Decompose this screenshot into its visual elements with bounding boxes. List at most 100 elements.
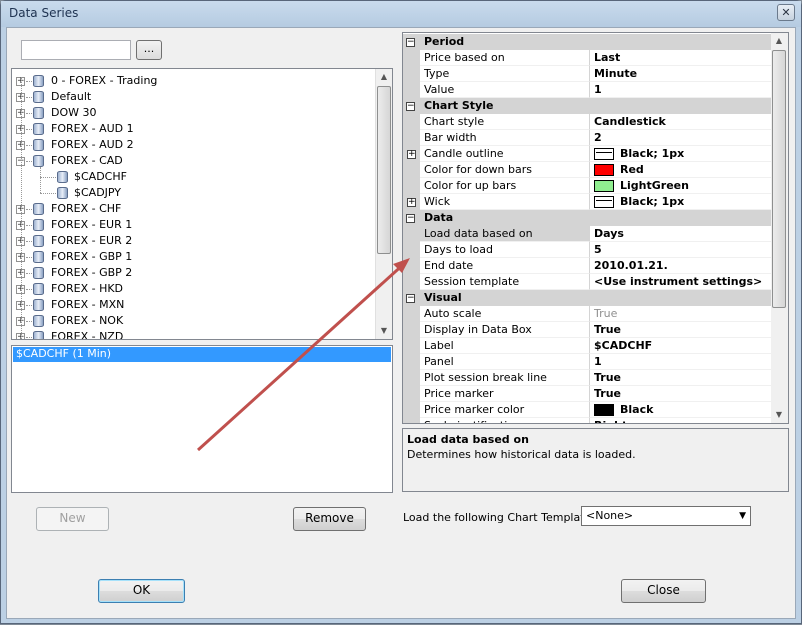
tree-item[interactable]: +0 - FOREX - Trading bbox=[12, 73, 376, 89]
property-row[interactable]: + Wick Black; 1px bbox=[403, 194, 773, 210]
property-name[interactable]: Type bbox=[420, 66, 590, 82]
tree-item[interactable]: + FOREX - CHF bbox=[12, 201, 376, 217]
property-name[interactable]: Wick bbox=[420, 194, 590, 210]
property-row[interactable]: Price based on Last bbox=[403, 50, 773, 66]
scroll-thumb[interactable] bbox=[377, 86, 391, 254]
property-name[interactable]: Price marker bbox=[420, 386, 590, 402]
property-row[interactable]: + Candle outline Black; 1px bbox=[403, 146, 773, 162]
property-name[interactable]: Display in Data Box bbox=[420, 322, 590, 338]
chart-template-select[interactable]: <None> ▼ bbox=[581, 506, 751, 526]
property-row[interactable]: Color for up bars LightGreen bbox=[403, 178, 773, 194]
property-category[interactable]: − Visual bbox=[403, 290, 773, 306]
collapse-icon[interactable]: − bbox=[406, 102, 415, 111]
property-value[interactable]: Red bbox=[590, 162, 773, 178]
tree-item[interactable]: + Default bbox=[12, 89, 376, 105]
property-value[interactable]: 1 bbox=[590, 82, 773, 98]
property-value[interactable]: 2010.01.21. bbox=[590, 258, 773, 274]
tree-item[interactable]: + FOREX - AUD 1 bbox=[12, 121, 376, 137]
tree-item[interactable]: + FOREX - NOK bbox=[12, 313, 376, 329]
title-bar[interactable]: Data Series ✕ bbox=[1, 1, 801, 27]
property-category[interactable]: − Data bbox=[403, 210, 773, 226]
scroll-up-icon[interactable]: ▲ bbox=[376, 69, 392, 85]
property-category[interactable]: − Chart Style bbox=[403, 98, 773, 114]
property-row[interactable]: Bar width 2 bbox=[403, 130, 773, 146]
collapse-icon[interactable]: − bbox=[406, 214, 415, 223]
property-value[interactable]: <Use instrument settings> bbox=[590, 274, 773, 290]
tree-item[interactable]: + FOREX - MXN bbox=[12, 297, 376, 313]
property-value[interactable]: 2 bbox=[590, 130, 773, 146]
close-button[interactable]: Close bbox=[621, 579, 706, 603]
close-window-icon[interactable]: ✕ bbox=[777, 4, 795, 21]
property-value[interactable]: True bbox=[590, 370, 773, 386]
tree-item[interactable]: − FOREX - CAD bbox=[12, 153, 376, 169]
property-value[interactable]: Right bbox=[590, 418, 773, 423]
property-value[interactable]: True bbox=[590, 386, 773, 402]
series-list-item[interactable]: $CADCHF (1 Min) bbox=[13, 347, 391, 362]
property-value[interactable]: Black bbox=[590, 402, 773, 418]
property-name[interactable]: Auto scale bbox=[420, 306, 590, 322]
property-value[interactable]: True bbox=[590, 322, 773, 338]
new-button[interactable]: New bbox=[36, 507, 109, 531]
tree-scrollbar[interactable]: ▲ ▼ bbox=[375, 69, 392, 339]
property-name[interactable]: Color for down bars bbox=[420, 162, 590, 178]
property-value[interactable]: Black; 1px bbox=[590, 146, 773, 162]
property-row[interactable]: Plot session break line True bbox=[403, 370, 773, 386]
property-row[interactable]: End date 2010.01.21. bbox=[403, 258, 773, 274]
property-name[interactable]: End date bbox=[420, 258, 590, 274]
property-name[interactable]: Session template bbox=[420, 274, 590, 290]
property-row[interactable]: Value 1 bbox=[403, 82, 773, 98]
property-name[interactable]: Candle outline bbox=[420, 146, 590, 162]
property-row[interactable]: Type Minute bbox=[403, 66, 773, 82]
expand-icon[interactable]: + bbox=[407, 198, 416, 207]
property-row[interactable]: Days to load 5 bbox=[403, 242, 773, 258]
property-name[interactable]: Days to load bbox=[420, 242, 590, 258]
property-value[interactable]: $CADCHF bbox=[590, 338, 773, 354]
collapse-icon[interactable]: − bbox=[406, 294, 415, 303]
property-value[interactable]: 1 bbox=[590, 354, 773, 370]
property-row[interactable]: Panel 1 bbox=[403, 354, 773, 370]
browse-button[interactable]: ... bbox=[136, 40, 162, 60]
instrument-search-input[interactable] bbox=[21, 40, 131, 60]
remove-button[interactable]: Remove bbox=[293, 507, 366, 531]
chevron-down-icon[interactable]: ▼ bbox=[739, 507, 746, 525]
tree-item[interactable]: + FOREX - EUR 1 bbox=[12, 217, 376, 233]
collapse-icon[interactable]: − bbox=[406, 38, 415, 47]
tree-item[interactable]: + FOREX - EUR 2 bbox=[12, 233, 376, 249]
property-row[interactable]: Session template <Use instrument settings… bbox=[403, 274, 773, 290]
expand-icon[interactable]: + bbox=[407, 150, 416, 159]
property-row[interactable]: Label $CADCHF bbox=[403, 338, 773, 354]
scroll-down-icon[interactable]: ▼ bbox=[771, 407, 787, 423]
scroll-down-icon[interactable]: ▼ bbox=[376, 323, 392, 339]
tree-item[interactable]: + FOREX - GBP 2 bbox=[12, 265, 376, 281]
property-grid-scrollbar[interactable]: ▲ ▼ bbox=[771, 33, 788, 423]
tree-item[interactable]: + FOREX - GBP 1 bbox=[12, 249, 376, 265]
property-row[interactable]: Auto scale True bbox=[403, 306, 773, 322]
property-value[interactable]: Last bbox=[590, 50, 773, 66]
property-name[interactable]: Label bbox=[420, 338, 590, 354]
property-row[interactable]: Color for down bars Red bbox=[403, 162, 773, 178]
property-name[interactable]: Plot session break line bbox=[420, 370, 590, 386]
property-value[interactable]: Candlestick bbox=[590, 114, 773, 130]
tree-item[interactable]: + FOREX - NZD bbox=[12, 329, 376, 339]
tree-item[interactable]: $CADJPY bbox=[12, 185, 376, 201]
property-value[interactable]: Days bbox=[590, 226, 773, 242]
property-name[interactable]: Scale justification bbox=[420, 418, 590, 423]
property-name[interactable]: Bar width bbox=[420, 130, 590, 146]
property-name[interactable]: Value bbox=[420, 82, 590, 98]
tree-item[interactable]: + FOREX - HKD bbox=[12, 281, 376, 297]
property-name[interactable]: Color for up bars bbox=[420, 178, 590, 194]
property-value[interactable]: True bbox=[590, 306, 773, 322]
property-name[interactable]: Load data based on bbox=[420, 226, 590, 242]
ok-button[interactable]: OK bbox=[98, 579, 185, 603]
property-name[interactable]: Panel bbox=[420, 354, 590, 370]
property-value[interactable]: Minute bbox=[590, 66, 773, 82]
scroll-up-icon[interactable]: ▲ bbox=[771, 33, 787, 49]
property-name[interactable]: Price based on bbox=[420, 50, 590, 66]
property-row[interactable]: Price marker color Black bbox=[403, 402, 773, 418]
property-row[interactable]: Load data based on Days bbox=[403, 226, 773, 242]
property-category[interactable]: − Period bbox=[403, 34, 773, 50]
property-name[interactable]: Price marker color bbox=[420, 402, 590, 418]
property-value[interactable]: Black; 1px bbox=[590, 194, 773, 210]
property-name[interactable]: Chart style bbox=[420, 114, 590, 130]
property-row[interactable]: Scale justificationRight bbox=[403, 418, 773, 423]
